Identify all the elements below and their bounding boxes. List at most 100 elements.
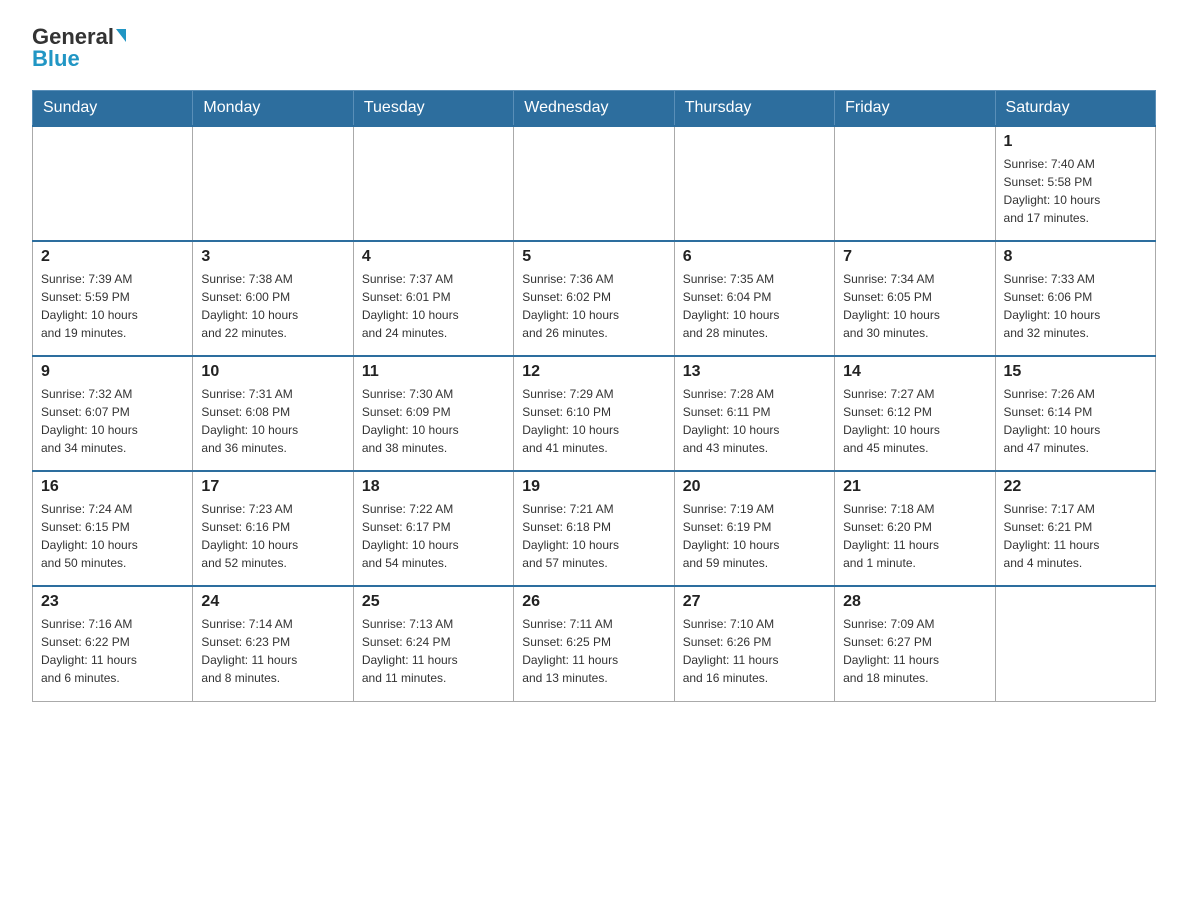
day-info: Sunrise: 7:26 AM Sunset: 6:14 PM Dayligh… xyxy=(1004,385,1147,457)
day-number: 11 xyxy=(362,363,505,381)
calendar-cell xyxy=(33,126,193,241)
day-info: Sunrise: 7:28 AM Sunset: 6:11 PM Dayligh… xyxy=(683,385,826,457)
day-info: Sunrise: 7:10 AM Sunset: 6:26 PM Dayligh… xyxy=(683,615,826,687)
day-info: Sunrise: 7:17 AM Sunset: 6:21 PM Dayligh… xyxy=(1004,500,1147,572)
day-number: 1 xyxy=(1004,133,1147,151)
week-row-4: 16Sunrise: 7:24 AM Sunset: 6:15 PM Dayli… xyxy=(33,471,1156,586)
day-number: 4 xyxy=(362,248,505,266)
calendar-cell: 26 Sunrise: 7:11 AM Sunset: 6:25 PM Dayli… xyxy=(514,586,674,701)
day-info: Sunrise: 7:34 AM Sunset: 6:05 PM Dayligh… xyxy=(843,270,986,342)
weekday-header-row: SundayMondayTuesdayWednesdayThursdayFrid… xyxy=(33,91,1156,127)
calendar-cell: 15 Sunrise: 7:26 AM Sunset: 6:14 PM Dayli… xyxy=(995,356,1155,471)
day-info: Sunrise: 7:30 AM Sunset: 6:09 PM Dayligh… xyxy=(362,385,505,457)
day-info: Sunrise: 7:32 AM Sunset: 6:07 PM Dayligh… xyxy=(41,385,184,457)
week-row-5: 23 Sunrise: 7:16 AM Sunset: 6:22 PM Dayli… xyxy=(33,586,1156,701)
calendar-cell: 3 Sunrise: 7:38 AM Sunset: 6:00 PM Daylig… xyxy=(193,241,353,356)
day-info: Sunrise: 7:11 AM Sunset: 6:25 PM Dayligh… xyxy=(522,615,665,687)
calendar-cell: 10 Sunrise: 7:31 AM Sunset: 6:08 PM Dayli… xyxy=(193,356,353,471)
day-info: Sunrise: 7:27 AM Sunset: 6:12 PM Dayligh… xyxy=(843,385,986,457)
calendar-cell: 25Sunrise: 7:13 AM Sunset: 6:24 PM Dayli… xyxy=(353,586,513,701)
day-number: 17 xyxy=(201,478,344,496)
calendar-cell: 5 Sunrise: 7:36 AM Sunset: 6:02 PM Daylig… xyxy=(514,241,674,356)
day-info: Sunrise: 7:19 AM Sunset: 6:19 PM Dayligh… xyxy=(683,500,826,572)
day-number: 18 xyxy=(362,478,505,496)
day-number: 5 xyxy=(522,248,665,266)
day-number: 9 xyxy=(41,363,184,381)
day-info: Sunrise: 7:29 AM Sunset: 6:10 PM Dayligh… xyxy=(522,385,665,457)
calendar-cell xyxy=(353,126,513,241)
day-number: 21 xyxy=(843,478,986,496)
day-number: 22 xyxy=(1004,478,1147,496)
day-number: 27 xyxy=(683,593,826,611)
calendar-cell: 8 Sunrise: 7:33 AM Sunset: 6:06 PM Daylig… xyxy=(995,241,1155,356)
day-number: 8 xyxy=(1004,248,1147,266)
day-number: 28 xyxy=(843,593,986,611)
day-info: Sunrise: 7:37 AM Sunset: 6:01 PM Dayligh… xyxy=(362,270,505,342)
calendar-cell xyxy=(193,126,353,241)
day-number: 19 xyxy=(522,478,665,496)
day-number: 24 xyxy=(201,593,344,611)
calendar-cell: 28 Sunrise: 7:09 AM Sunset: 6:27 PM Dayli… xyxy=(835,586,995,701)
day-number: 16 xyxy=(41,478,184,496)
calendar-cell: 20 Sunrise: 7:19 AM Sunset: 6:19 PM Dayli… xyxy=(674,471,834,586)
calendar-cell: 12 Sunrise: 7:29 AM Sunset: 6:10 PM Dayli… xyxy=(514,356,674,471)
calendar-table: SundayMondayTuesdayWednesdayThursdayFrid… xyxy=(32,90,1156,702)
calendar-cell xyxy=(835,126,995,241)
calendar-cell xyxy=(674,126,834,241)
logo-blue-text: Blue xyxy=(32,46,80,72)
day-number: 14 xyxy=(843,363,986,381)
weekday-header-saturday: Saturday xyxy=(995,91,1155,127)
day-number: 13 xyxy=(683,363,826,381)
calendar-cell: 9 Sunrise: 7:32 AM Sunset: 6:07 PM Daylig… xyxy=(33,356,193,471)
week-row-3: 9 Sunrise: 7:32 AM Sunset: 6:07 PM Daylig… xyxy=(33,356,1156,471)
calendar-cell: 1 Sunrise: 7:40 AM Sunset: 5:58 PM Daylig… xyxy=(995,126,1155,241)
day-info: Sunrise: 7:36 AM Sunset: 6:02 PM Dayligh… xyxy=(522,270,665,342)
day-info: Sunrise: 7:22 AM Sunset: 6:17 PM Dayligh… xyxy=(362,500,505,572)
calendar-cell: 27 Sunrise: 7:10 AM Sunset: 6:26 PM Dayli… xyxy=(674,586,834,701)
day-number: 26 xyxy=(522,593,665,611)
weekday-header-friday: Friday xyxy=(835,91,995,127)
day-number: 20 xyxy=(683,478,826,496)
calendar-cell: 6Sunrise: 7:35 AM Sunset: 6:04 PM Daylig… xyxy=(674,241,834,356)
day-number: 3 xyxy=(201,248,344,266)
day-info: Sunrise: 7:18 AM Sunset: 6:20 PM Dayligh… xyxy=(843,500,986,572)
day-info: Sunrise: 7:38 AM Sunset: 6:00 PM Dayligh… xyxy=(201,270,344,342)
day-number: 6 xyxy=(683,248,826,266)
calendar-cell: 11 Sunrise: 7:30 AM Sunset: 6:09 PM Dayli… xyxy=(353,356,513,471)
day-number: 23 xyxy=(41,593,184,611)
day-info: Sunrise: 7:31 AM Sunset: 6:08 PM Dayligh… xyxy=(201,385,344,457)
calendar-cell: 7 Sunrise: 7:34 AM Sunset: 6:05 PM Daylig… xyxy=(835,241,995,356)
calendar-cell: 18 Sunrise: 7:22 AM Sunset: 6:17 PM Dayli… xyxy=(353,471,513,586)
day-number: 2 xyxy=(41,248,184,266)
weekday-header-monday: Monday xyxy=(193,91,353,127)
calendar-cell xyxy=(995,586,1155,701)
calendar-cell: 2 Sunrise: 7:39 AM Sunset: 5:59 PM Daylig… xyxy=(33,241,193,356)
weekday-header-thursday: Thursday xyxy=(674,91,834,127)
calendar-cell: 21 Sunrise: 7:18 AM Sunset: 6:20 PM Dayli… xyxy=(835,471,995,586)
day-info: Sunrise: 7:09 AM Sunset: 6:27 PM Dayligh… xyxy=(843,615,986,687)
calendar-cell xyxy=(514,126,674,241)
calendar-cell: 13 Sunrise: 7:28 AM Sunset: 6:11 PM Dayli… xyxy=(674,356,834,471)
week-row-1: 1 Sunrise: 7:40 AM Sunset: 5:58 PM Daylig… xyxy=(33,126,1156,241)
week-row-2: 2 Sunrise: 7:39 AM Sunset: 5:59 PM Daylig… xyxy=(33,241,1156,356)
day-info: Sunrise: 7:14 AM Sunset: 6:23 PM Dayligh… xyxy=(201,615,344,687)
day-number: 10 xyxy=(201,363,344,381)
day-info: Sunrise: 7:13 AM Sunset: 6:24 PM Dayligh… xyxy=(362,615,505,687)
calendar-cell: 19 Sunrise: 7:21 AM Sunset: 6:18 PM Dayli… xyxy=(514,471,674,586)
day-info: Sunrise: 7:33 AM Sunset: 6:06 PM Dayligh… xyxy=(1004,270,1147,342)
day-info: Sunrise: 7:39 AM Sunset: 5:59 PM Dayligh… xyxy=(41,270,184,342)
day-info: Sunrise: 7:21 AM Sunset: 6:18 PM Dayligh… xyxy=(522,500,665,572)
day-info: Sunrise: 7:40 AM Sunset: 5:58 PM Dayligh… xyxy=(1004,155,1147,227)
weekday-header-tuesday: Tuesday xyxy=(353,91,513,127)
calendar-cell: 14 Sunrise: 7:27 AM Sunset: 6:12 PM Dayli… xyxy=(835,356,995,471)
day-info: Sunrise: 7:23 AM Sunset: 6:16 PM Dayligh… xyxy=(201,500,344,572)
logo: General Blue xyxy=(32,24,126,72)
calendar-cell: 16Sunrise: 7:24 AM Sunset: 6:15 PM Dayli… xyxy=(33,471,193,586)
calendar-cell: 23 Sunrise: 7:16 AM Sunset: 6:22 PM Dayli… xyxy=(33,586,193,701)
logo-triangle-icon xyxy=(116,29,126,42)
weekday-header-wednesday: Wednesday xyxy=(514,91,674,127)
day-number: 15 xyxy=(1004,363,1147,381)
day-number: 12 xyxy=(522,363,665,381)
day-number: 7 xyxy=(843,248,986,266)
day-info: Sunrise: 7:16 AM Sunset: 6:22 PM Dayligh… xyxy=(41,615,184,687)
